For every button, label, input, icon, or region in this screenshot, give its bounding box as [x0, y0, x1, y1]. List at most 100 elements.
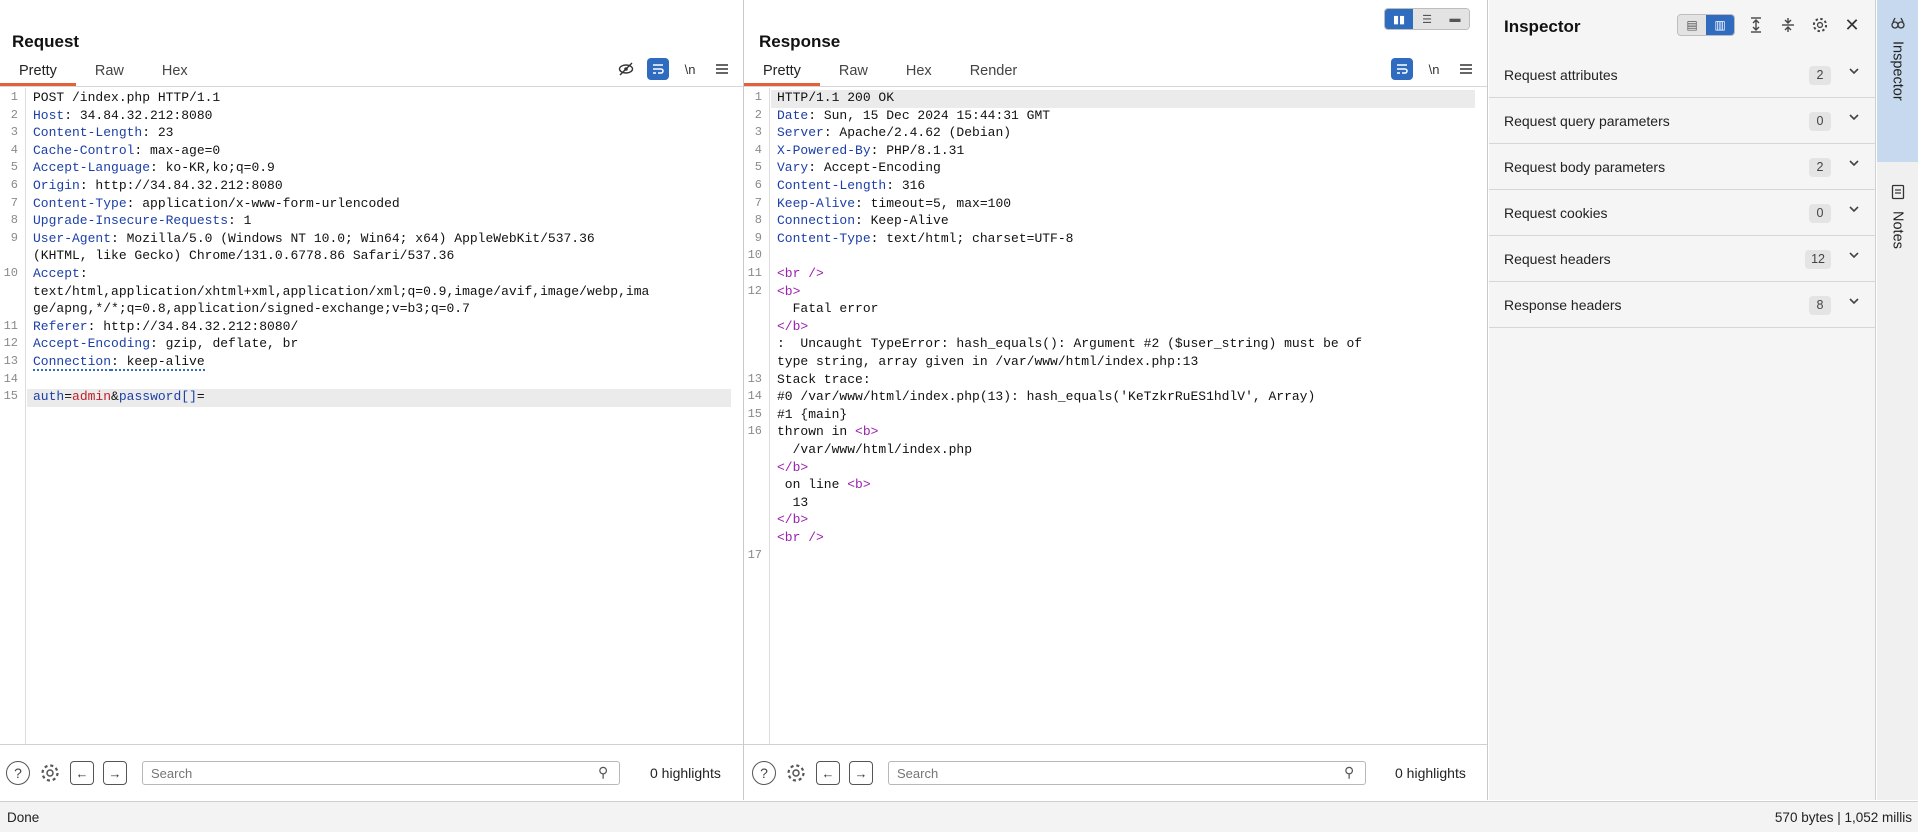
layout-tabbed-icon[interactable]: ▬ [1441, 9, 1469, 29]
tab-pretty[interactable]: Pretty [744, 60, 820, 86]
request-editor[interactable]: 1 POST /index.php HTTP/1.1 2 Host: 34.84.32… [0, 88, 743, 744]
tab-pretty[interactable]: Pretty [0, 60, 76, 86]
hide-nonprintable-icon[interactable] [615, 58, 637, 80]
arrow-left-icon[interactable]: ← [70, 761, 94, 785]
code-line[interactable]: 13 [744, 495, 1475, 513]
gear-icon[interactable] [784, 761, 808, 785]
newline-toggle-icon[interactable]: \n [679, 58, 701, 80]
inspector-section-request-headers[interactable]: Request headers 12 [1489, 236, 1875, 282]
wrap-lines-icon[interactable] [647, 58, 669, 80]
code-line[interactable]: 9 Content-Type: text/html; charset=UTF-8 [744, 231, 1475, 249]
tab-render[interactable]: Render [951, 60, 1037, 86]
code-line[interactable]: 6 Content-Length: 316 [744, 178, 1475, 196]
search-icon[interactable]: ⚲ [598, 764, 608, 781]
code-text: Host: 34.84.32.212:8080 [33, 107, 213, 123]
code-line[interactable]: 13 Connection: keep-alive [0, 354, 731, 372]
line-number: 16 [747, 424, 762, 439]
code-line[interactable]: (KHTML, like Gecko) Chrome/131.0.6778.86… [0, 248, 731, 266]
code-line[interactable]: 15 #1 {main} [744, 407, 1475, 425]
close-icon[interactable]: ✕ [1841, 14, 1863, 36]
code-line[interactable]: /var/www/html/index.php [744, 442, 1475, 460]
code-line[interactable]: on line <b> [744, 477, 1475, 495]
code-line[interactable]: 1 POST /index.php HTTP/1.1 [0, 90, 731, 108]
inspector-section-request-query-parameters[interactable]: Request query parameters 0 [1489, 98, 1875, 144]
collapse-all-icon[interactable] [1777, 14, 1799, 36]
code-line[interactable]: 8 Connection: Keep-Alive [744, 213, 1475, 231]
code-line[interactable]: 1 HTTP/1.1 200 OK [744, 90, 1475, 108]
search-input[interactable] [142, 761, 620, 785]
code-line[interactable]: </b> [744, 512, 1475, 530]
inspector-section-request-body-parameters[interactable]: Request body parameters 2 [1489, 144, 1875, 190]
code-line[interactable]: : Uncaught TypeError: hash_equals(): Arg… [744, 336, 1475, 354]
code-line[interactable]: 16 thrown in <b> [744, 424, 1475, 442]
inspector-section-request-cookies[interactable]: Request cookies 0 [1489, 190, 1875, 236]
newline-toggle-icon[interactable]: \n [1423, 58, 1445, 80]
code-line[interactable]: 10 [744, 248, 1475, 266]
code-line[interactable]: 10 Accept: [0, 266, 731, 284]
inspector-section-request-attributes[interactable]: Request attributes 2 [1489, 52, 1875, 98]
code-line[interactable]: text/html,application/xhtml+xml,applicat… [0, 284, 731, 302]
rail-tab-notes[interactable]: Notes [1877, 168, 1918, 278]
split-view-icon[interactable]: ▥ [1706, 15, 1734, 35]
code-line[interactable]: 4 X-Powered-By: PHP/8.1.31 [744, 143, 1475, 161]
arrow-left-icon[interactable]: ← [816, 761, 840, 785]
code-line[interactable]: 2 Date: Sun, 15 Dec 2024 15:44:31 GMT [744, 108, 1475, 126]
code-line[interactable]: 13 Stack trace: [744, 372, 1475, 390]
tab-hex[interactable]: Hex [143, 60, 207, 86]
menu-icon[interactable] [711, 58, 733, 80]
tab-hex[interactable]: Hex [887, 60, 951, 86]
code-line[interactable]: 15 auth=admin&password[]= [0, 389, 731, 407]
search-icon[interactable]: ⚲ [1344, 764, 1354, 781]
code-line[interactable]: 8 Upgrade-Insecure-Requests: 1 [0, 213, 731, 231]
layout-stacked-icon[interactable]: ☰ [1413, 9, 1441, 29]
code-line[interactable]: Fatal error [744, 301, 1475, 319]
gear-icon[interactable] [38, 761, 62, 785]
line-number: 2 [754, 107, 762, 122]
code-line[interactable]: <br /> [744, 530, 1475, 548]
code-line[interactable]: 3 Server: Apache/2.4.62 (Debian) [744, 125, 1475, 143]
tab-raw[interactable]: Raw [820, 60, 887, 86]
code-line[interactable]: 7 Content-Type: application/x-www-form-ur… [0, 196, 731, 214]
code-line[interactable]: 17 [744, 548, 1475, 566]
code-line[interactable]: 5 Accept-Language: ko-KR,ko;q=0.9 [0, 160, 731, 178]
arrow-right-icon[interactable]: → [849, 761, 873, 785]
code-line[interactable]: 14 #0 /var/www/html/index.php(13): hash_e… [744, 389, 1475, 407]
code-line[interactable]: 7 Keep-Alive: timeout=5, max=100 [744, 196, 1475, 214]
list-view-icon[interactable]: ▤ [1678, 15, 1706, 35]
code-line[interactable]: 14 [0, 372, 731, 390]
expand-all-icon[interactable] [1745, 14, 1767, 36]
code-line[interactable]: type string, array given in /var/www/htm… [744, 354, 1475, 372]
code-line[interactable]: 12 Accept-Encoding: gzip, deflate, br [0, 336, 731, 354]
chevron-down-icon[interactable] [1847, 64, 1861, 83]
inspector-section-response-headers[interactable]: Response headers 8 [1489, 282, 1875, 328]
code-line[interactable]: </b> [744, 319, 1475, 337]
help-icon[interactable]: ? [6, 761, 30, 785]
code-line[interactable]: 9 User-Agent: Mozilla/5.0 (Windows NT 10.… [0, 231, 731, 249]
help-icon[interactable]: ? [752, 761, 776, 785]
gear-icon[interactable] [1809, 14, 1831, 36]
tab-raw[interactable]: Raw [76, 60, 143, 86]
code-line[interactable]: 6 Origin: http://34.84.32.212:8080 [0, 178, 731, 196]
search-input[interactable] [888, 761, 1366, 785]
code-line[interactable]: </b> [744, 460, 1475, 478]
code-line[interactable]: 11 Referer: http://34.84.32.212:8080/ [0, 319, 731, 337]
line-number: 7 [10, 195, 18, 210]
chevron-down-icon[interactable] [1847, 110, 1861, 129]
arrow-right-icon[interactable]: → [103, 761, 127, 785]
code-line[interactable]: 3 Content-Length: 23 [0, 125, 731, 143]
chevron-down-icon[interactable] [1847, 156, 1861, 175]
chevron-down-icon[interactable] [1847, 202, 1861, 221]
code-line[interactable]: 5 Vary: Accept-Encoding [744, 160, 1475, 178]
rail-tab-inspector[interactable]: Inspector [1877, 0, 1918, 162]
menu-icon[interactable] [1455, 58, 1477, 80]
code-line[interactable]: 4 Cache-Control: max-age=0 [0, 143, 731, 161]
code-line[interactable]: 11 <br /> [744, 266, 1475, 284]
chevron-down-icon[interactable] [1847, 248, 1861, 267]
layout-side-by-side-icon[interactable]: ▮▮ [1385, 9, 1413, 29]
code-line[interactable]: 2 Host: 34.84.32.212:8080 [0, 108, 731, 126]
chevron-down-icon[interactable] [1847, 294, 1861, 313]
wrap-lines-icon[interactable] [1391, 58, 1413, 80]
code-line[interactable]: 12 <b> [744, 284, 1475, 302]
response-editor[interactable]: 1 HTTP/1.1 200 OK 2 Date: Sun, 15 Dec 2024 … [744, 88, 1487, 744]
code-line[interactable]: ge/apng,*/*;q=0.8,application/signed-exc… [0, 301, 731, 319]
